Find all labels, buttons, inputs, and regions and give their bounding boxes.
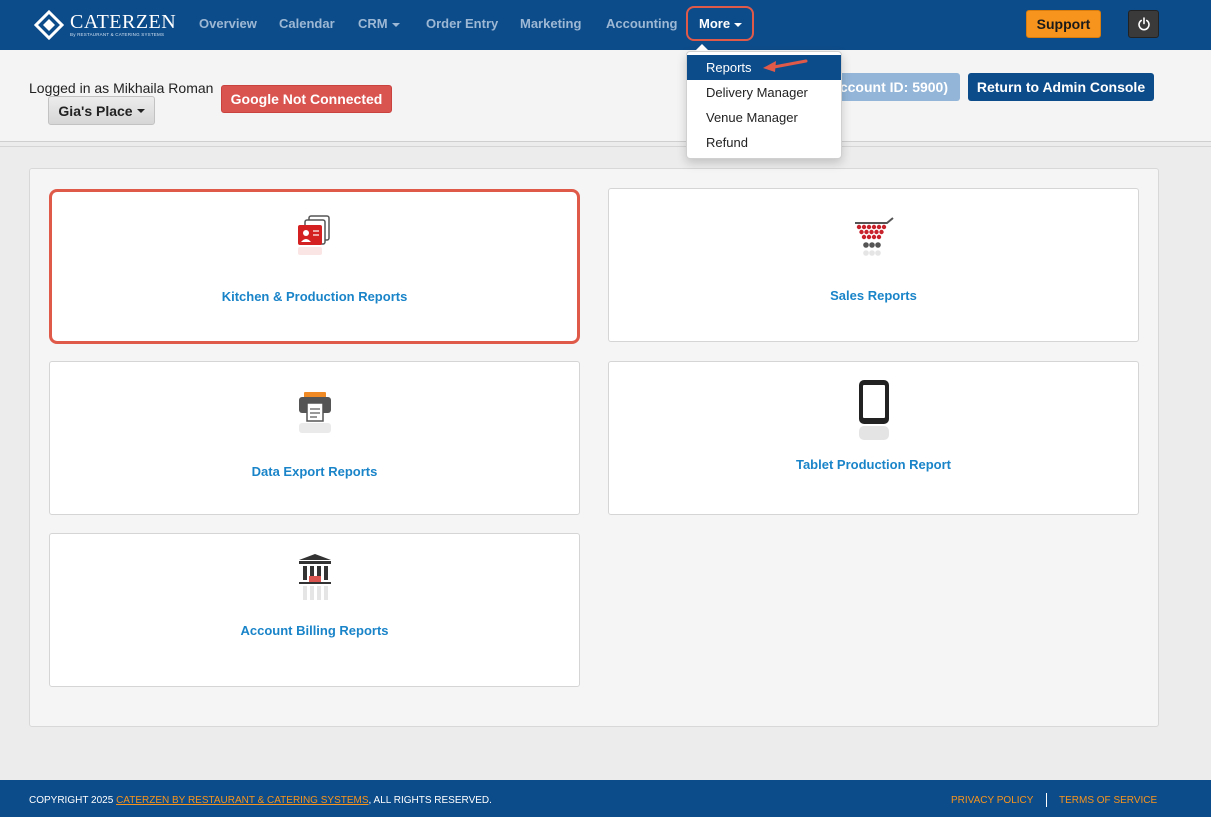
footer-separator (1046, 793, 1047, 807)
nav-crm[interactable]: CRM (358, 16, 400, 31)
privacy-policy-link[interactable]: PRIVACY POLICY (951, 795, 1033, 806)
logo-tagline: By RESTAURANT & CATERING SYSTEMS (70, 32, 165, 37)
nav-more-label: More (699, 16, 731, 31)
logo-name: CATERZEN (70, 11, 177, 33)
menu-item-delivery-manager[interactable]: Delivery Manager (687, 80, 841, 105)
bank-icon (295, 552, 335, 613)
menu-item-refund[interactable]: Refund (687, 130, 841, 155)
report-card-label: Tablet Production Report (795, 457, 952, 472)
copyright-link[interactable]: CATERZEN BY RESTAURANT & CATERING SYSTEM… (116, 795, 368, 806)
caterzen-logo-icon (33, 9, 65, 41)
nav-marketing[interactable]: Marketing (520, 16, 581, 31)
chevron-down-icon (734, 22, 743, 27)
report-card-label: Account Billing Reports (240, 623, 389, 638)
nav-calendar[interactable]: Calendar (279, 16, 335, 31)
logout-button[interactable] (1128, 10, 1159, 38)
menu-item-venue-manager[interactable]: Venue Manager (687, 105, 841, 130)
shopping-cart-icon (853, 217, 895, 264)
nav-order-entry[interactable]: Order Entry (426, 16, 498, 31)
copyright-prefix: COPYRIGHT 2025 (29, 795, 114, 806)
nav-overview[interactable]: Overview (199, 16, 257, 31)
reports-panel: Kitchen & Production Reports Sales Repor… (29, 168, 1159, 727)
report-card-label: Kitchen & Production Reports (221, 289, 408, 304)
divider (0, 146, 1211, 147)
nav-accounting[interactable]: Accounting (606, 16, 678, 31)
nav-more[interactable]: More (699, 16, 743, 31)
dropdown-arrow (695, 44, 709, 51)
venue-selector[interactable]: Gia's Place (48, 96, 155, 125)
return-admin-button[interactable]: Return to Admin Console (968, 73, 1154, 101)
nav-crm-label: CRM (358, 16, 388, 31)
chevron-down-icon (136, 108, 145, 113)
printer-icon (295, 390, 335, 441)
caterzen-logo[interactable]: CATERZEN By RESTAURANT & CATERING SYSTEM… (33, 9, 177, 41)
support-button[interactable]: Support (1026, 10, 1101, 38)
report-card-tablet[interactable]: Tablet Production Report (608, 361, 1139, 515)
report-card-label: Sales Reports (830, 288, 917, 303)
report-card-account-billing[interactable]: Account Billing Reports (49, 533, 580, 687)
report-card-label: Data Export Reports (251, 464, 378, 479)
report-card-kitchen[interactable]: Kitchen & Production Reports (49, 189, 580, 344)
copyright-suffix: , ALL RIGHTS RESERVED. (368, 795, 492, 806)
chevron-down-icon (391, 22, 400, 27)
report-card-sales[interactable]: Sales Reports (608, 188, 1139, 342)
annotation-arrow-icon (762, 58, 808, 79)
report-card-data-export[interactable]: Data Export Reports (49, 361, 580, 515)
footer-copyright: COPYRIGHT 2025 CATERZEN BY RESTAURANT & … (29, 795, 492, 806)
tablet-icon (857, 378, 891, 447)
logged-in-text: Logged in as Mikhaila Roman (29, 80, 214, 96)
kitchen-report-icon (295, 214, 335, 265)
terms-of-service-link[interactable]: TERMS OF SERVICE (1059, 795, 1157, 806)
power-icon (1137, 17, 1150, 31)
venue-name: Gia's Place (58, 102, 133, 119)
google-status-button[interactable]: Google Not Connected (221, 85, 392, 113)
